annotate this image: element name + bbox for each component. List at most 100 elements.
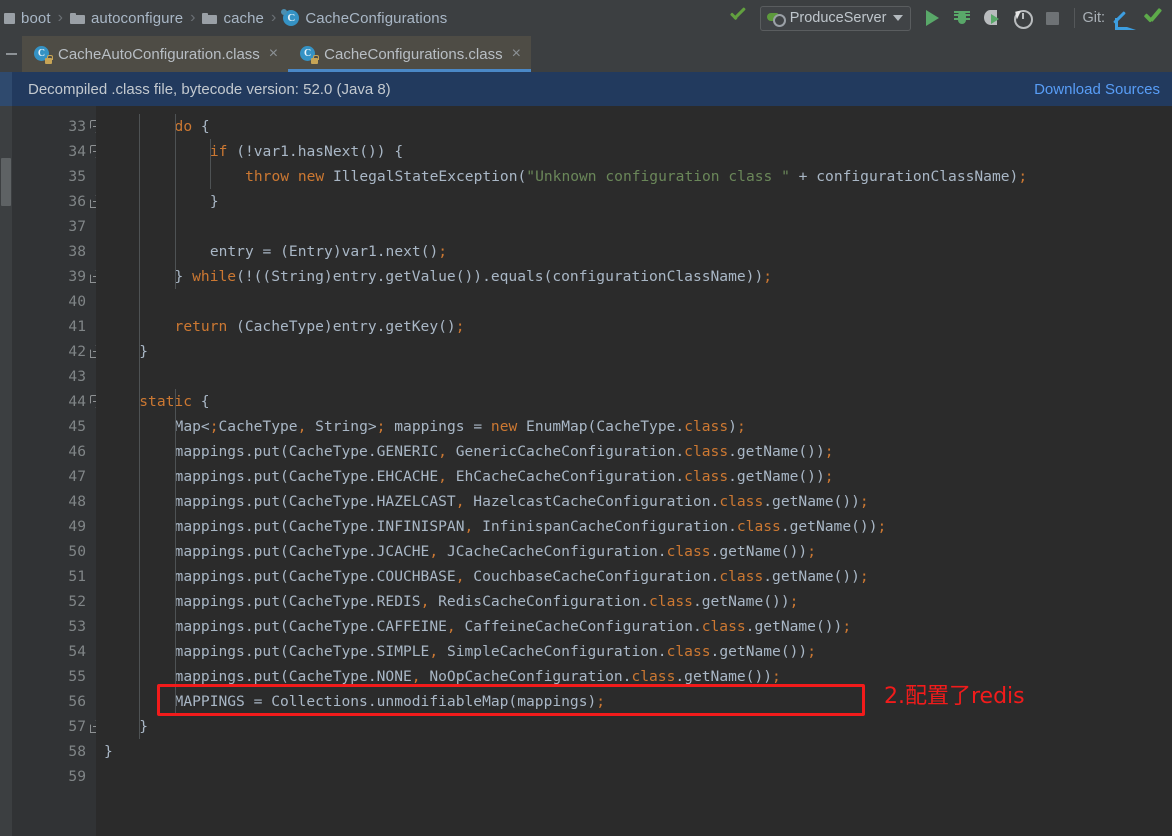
code-line[interactable]: do { (175, 114, 210, 139)
code-line[interactable]: entry = (Entry)var1.next(); (210, 239, 447, 264)
line-number: 42 (68, 343, 86, 360)
decompiled-class-banner: Decompiled .class file, bytecode version… (0, 72, 1172, 106)
code-line[interactable]: if (!var1.hasNext()) { (210, 139, 403, 164)
line-number: 55 (68, 668, 86, 685)
code-line[interactable]: mappings.put(CacheType.GENERIC, GenericC… (175, 439, 834, 464)
breadcrumb-item-cache[interactable]: cache (202, 10, 264, 27)
line-number: 56 (68, 693, 86, 710)
run-button[interactable] (917, 3, 947, 33)
editor-gutter[interactable]: 33 34 35 36 37 38 39 40 41 42 43 44 45 46 47 48 49 50 51 52… (12, 106, 103, 836)
banner-message: Decompiled .class file, bytecode version… (28, 80, 391, 98)
line-number: 37 (68, 218, 86, 235)
line-number: 43 (68, 368, 86, 385)
debug-icon (954, 10, 971, 26)
line-number: 36 (68, 193, 86, 210)
code-line[interactable]: mappings.put(CacheType.EHCACHE, EhCacheC… (175, 464, 834, 489)
code-line[interactable]: throw new IllegalStateException("Unknown… (245, 164, 1027, 189)
line-number: 35 (68, 168, 86, 185)
line-number: 44 (68, 393, 86, 410)
profile-button[interactable] (1007, 3, 1037, 33)
module-icon (4, 12, 15, 24)
line-number: 50 (68, 543, 86, 560)
folder-icon (69, 12, 85, 24)
git-commit-check-icon (1143, 10, 1163, 26)
download-sources-link[interactable]: Download Sources (1034, 81, 1160, 98)
code-line[interactable]: mappings.put(CacheType.INFINISPAN, Infin… (175, 514, 887, 539)
breadcrumb-item-autoconfigure[interactable]: autoconfigure (69, 9, 184, 27)
close-icon[interactable]: × (269, 46, 278, 62)
java-class-icon (281, 9, 300, 26)
indent-guide (174, 114, 176, 289)
run-with-coverage-button[interactable] (977, 3, 1007, 33)
tab-list-handle[interactable] (0, 36, 22, 72)
git-commit-button[interactable] (1138, 3, 1168, 33)
line-number: 48 (68, 493, 86, 510)
chevron-down-icon (893, 15, 904, 21)
line-number: 33 (68, 118, 86, 135)
redis-highlight-box (157, 684, 865, 716)
breadcrumb-separator-icon: › (190, 9, 196, 26)
debug-button[interactable] (947, 3, 977, 33)
coverage-icon (984, 10, 1000, 26)
breadcrumb-label: autoconfigure (90, 9, 184, 27)
git-update-button[interactable] (1108, 3, 1138, 33)
code-editor[interactable]: 33 34 35 36 37 38 39 40 41 42 43 44 45 46 47 48 49 50 51 52… (0, 106, 1172, 836)
code-line[interactable]: mappings.put(CacheType.HAZELCAST, Hazelc… (175, 489, 869, 514)
breadcrumb: boot › autoconfigure › cache › CacheConf… (0, 9, 447, 27)
line-number: 57 (68, 718, 86, 735)
indent-guide (139, 114, 141, 739)
collapse-icon (5, 53, 17, 55)
line-number: 38 (68, 243, 86, 260)
folder-icon (202, 12, 218, 24)
close-icon[interactable]: × (512, 46, 521, 62)
line-number: 45 (68, 418, 86, 435)
code-line[interactable]: mappings.put(CacheType.COUCHBASE, Couchb… (175, 564, 869, 589)
run-configuration-selector[interactable]: ProduceServer (759, 5, 912, 31)
code-line[interactable]: } (139, 339, 148, 364)
breadcrumb-separator-icon: › (57, 9, 63, 26)
code-line[interactable]: } (210, 189, 219, 214)
banner-gutter-stripe (0, 72, 12, 106)
code-line[interactable]: } (104, 739, 113, 764)
navigation-bar: boot › autoconfigure › cache › CacheConf… (0, 0, 1172, 36)
code-line[interactable]: Map<;CacheType, String>; mappings = new … (175, 414, 746, 439)
line-number: 46 (68, 443, 86, 460)
line-number: 49 (68, 518, 86, 535)
tab-label: CacheConfigurations.class (324, 45, 503, 63)
idea-window: boot › autoconfigure › cache › CacheConf… (0, 0, 1172, 836)
code-text-area[interactable]: do {if (!var1.hasNext()) {throw new Ille… (96, 106, 1172, 836)
breadcrumb-label: cache (223, 9, 264, 27)
tab-cacheautoconfiguration[interactable]: C CacheAutoConfiguration.class × (22, 36, 289, 72)
code-line[interactable]: mappings.put(CacheType.CAFFEINE, Caffein… (175, 614, 852, 639)
line-number: 54 (68, 643, 86, 660)
vertical-scrollbar-thumb[interactable] (1, 158, 11, 206)
editor-left-rail (0, 106, 12, 836)
line-number: 34 (68, 143, 86, 160)
indent-guide (174, 389, 176, 714)
code-line[interactable]: return (CacheType)entry.getKey(); (175, 314, 465, 339)
java-class-locked-icon: C (300, 45, 319, 64)
line-number: 53 (68, 618, 86, 635)
build-arrow-icon (730, 9, 748, 27)
line-number: 51 (68, 568, 86, 585)
build-project-button[interactable] (724, 3, 754, 33)
code-line[interactable]: mappings.put(CacheType.JCACHE, JCacheCac… (175, 539, 816, 564)
code-line[interactable]: mappings.put(CacheType.REDIS, RedisCache… (175, 589, 799, 614)
editor-tab-strip: C CacheAutoConfiguration.class × C Cache… (0, 36, 1172, 72)
toolbar-actions: ProduceServer Git: (724, 3, 1172, 33)
breadcrumb-item-cacheconfigurations[interactable]: CacheConfigurations (281, 9, 447, 27)
code-line[interactable]: mappings.put(CacheType.SIMPLE, SimpleCac… (175, 639, 816, 664)
git-label: Git: (1082, 10, 1105, 26)
line-number: 59 (68, 768, 86, 785)
breadcrumb-item-boot[interactable]: boot (4, 10, 51, 27)
run-configuration-label: ProduceServer (789, 10, 887, 26)
stop-button[interactable] (1037, 3, 1067, 33)
tab-cacheconfigurations[interactable]: C CacheConfigurations.class × (288, 36, 531, 72)
code-line[interactable]: } (139, 714, 148, 739)
code-line[interactable]: } while(!((String)entry.getValue()).equa… (175, 264, 772, 289)
line-number: 52 (68, 593, 86, 610)
line-number: 41 (68, 318, 86, 335)
redis-annotation-text: 2.配置了redis (884, 684, 1025, 709)
indent-guide (209, 139, 211, 189)
stop-icon (1045, 11, 1059, 25)
